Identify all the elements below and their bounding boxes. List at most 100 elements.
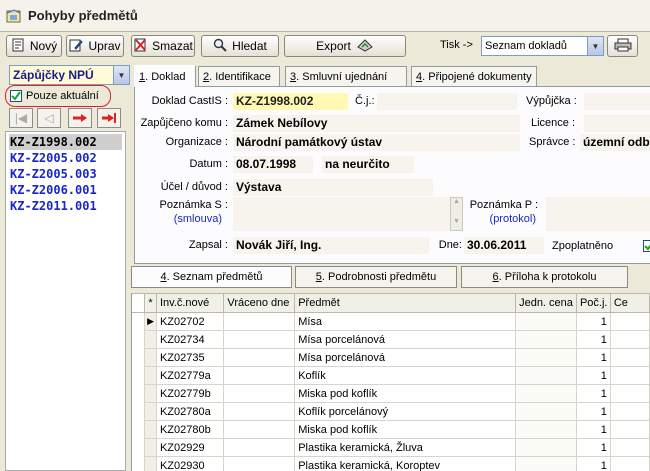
table-row[interactable]: KZ02779a Koflík 1 bbox=[132, 366, 650, 385]
price-cell[interactable] bbox=[609, 384, 650, 403]
unit-price-cell[interactable] bbox=[515, 456, 577, 471]
item-name-cell[interactable]: Miska pod koflík bbox=[294, 384, 517, 403]
row-selector[interactable] bbox=[144, 348, 157, 367]
print-report-select[interactable]: Seznam dokladů ▼ bbox=[481, 36, 604, 56]
table-row[interactable]: ▶ KZ02702 Mísa 1 bbox=[132, 312, 650, 331]
tab-seznam-predmetu[interactable]: 4. Seznam předmětů bbox=[131, 266, 292, 288]
count-cell[interactable]: 1 bbox=[575, 438, 611, 457]
inv-number-cell[interactable]: KZ02735 bbox=[155, 348, 225, 367]
tab-identifikace[interactable]: 2. Identifikace bbox=[198, 66, 280, 86]
price-cell[interactable] bbox=[609, 438, 650, 457]
record-item[interactable]: KZ-Z2005.002 bbox=[9, 150, 97, 166]
item-name-cell[interactable]: Mísa bbox=[294, 312, 517, 331]
scroll-down-icon[interactable]: ▼ bbox=[451, 218, 462, 225]
item-name-cell[interactable]: Mísa porcelánová bbox=[294, 330, 517, 349]
doc-value[interactable]: KZ-Z1998.002 bbox=[233, 93, 348, 110]
price-cell[interactable] bbox=[609, 402, 650, 421]
returned-date-cell[interactable] bbox=[223, 456, 296, 471]
unit-price-cell[interactable] bbox=[515, 420, 577, 439]
tab-priloha-k-protokolu[interactable]: 6. Příloha k protokolu bbox=[461, 266, 628, 288]
record-type-select[interactable]: Zápůjčky NPÚ ▼ bbox=[9, 65, 130, 85]
inv-number-cell[interactable]: KZ02780a bbox=[155, 402, 225, 421]
unit-price-cell[interactable] bbox=[515, 312, 577, 331]
count-cell[interactable]: 1 bbox=[575, 456, 611, 471]
first-record-button[interactable]: |◀ bbox=[9, 108, 33, 128]
count-cell[interactable]: 1 bbox=[575, 384, 611, 403]
tab-pripojene-dokumenty[interactable]: 4. Připojené dokumenty bbox=[411, 66, 537, 86]
unit-price-cell[interactable] bbox=[515, 384, 577, 403]
tab-doklad[interactable]: 1. Doklad bbox=[134, 65, 196, 87]
organizace-value[interactable]: Národní památkový ústav bbox=[233, 134, 520, 151]
inv-number-cell[interactable]: KZ02780b bbox=[155, 420, 225, 439]
cj-value[interactable] bbox=[377, 93, 517, 110]
count-cell[interactable]: 1 bbox=[575, 330, 611, 349]
zapujceno-value[interactable]: Zámek Nebílovy bbox=[233, 115, 520, 132]
table-row[interactable]: KZ02780b Miska pod koflík 1 bbox=[132, 420, 650, 439]
spravce-value[interactable]: územní odbo bbox=[580, 134, 650, 151]
item-name-cell[interactable]: Plastika keramická, Žluva bbox=[294, 438, 517, 457]
poznamka-s-field[interactable] bbox=[233, 197, 451, 231]
table-row[interactable]: KZ02779b Miska pod koflík 1 bbox=[132, 384, 650, 403]
neurcito-value[interactable]: na neurčito bbox=[322, 156, 414, 173]
new-button[interactable]: Nový bbox=[6, 35, 62, 57]
current-row-indicator-icon[interactable]: ▶ bbox=[144, 312, 157, 331]
item-name-cell[interactable]: Miska pod koflík bbox=[294, 420, 517, 439]
row-selector[interactable] bbox=[144, 420, 157, 439]
record-item[interactable]: KZ-Z2005.003 bbox=[9, 166, 97, 182]
row-selector[interactable] bbox=[144, 456, 157, 471]
licence-value[interactable] bbox=[584, 115, 650, 132]
price-cell[interactable] bbox=[609, 312, 650, 331]
returned-date-cell[interactable] bbox=[223, 420, 296, 439]
unit-price-cell[interactable] bbox=[515, 348, 577, 367]
column-header[interactable]: Ce bbox=[609, 293, 650, 313]
chevron-down-icon[interactable]: ▼ bbox=[587, 37, 603, 55]
tab-podrobnosti-predmetu[interactable]: 5. Podrobnosti předmětu bbox=[295, 266, 457, 288]
poznamka-p-field[interactable] bbox=[546, 197, 650, 231]
count-cell[interactable]: 1 bbox=[575, 312, 611, 331]
vypujcka-value[interactable] bbox=[584, 93, 650, 110]
price-cell[interactable] bbox=[609, 456, 650, 471]
column-header[interactable]: Poč.j. bbox=[575, 293, 611, 313]
item-name-cell[interactable]: Koflík bbox=[294, 366, 517, 385]
record-item[interactable]: KZ-Z1998.002 bbox=[9, 134, 122, 150]
table-row[interactable]: KZ02930 Plastika keramická, Koroptev 1 bbox=[132, 456, 650, 471]
item-name-cell[interactable]: Plastika keramická, Koroptev bbox=[294, 456, 517, 471]
delete-button[interactable]: Smazat bbox=[131, 35, 195, 57]
print-button[interactable] bbox=[607, 35, 638, 57]
returned-date-cell[interactable] bbox=[223, 366, 296, 385]
inv-number-cell[interactable]: KZ02779a bbox=[155, 366, 225, 385]
column-header[interactable]: Vráceno dne bbox=[223, 293, 296, 313]
next-record-button[interactable] bbox=[68, 108, 92, 128]
search-button[interactable]: Hledat bbox=[201, 35, 279, 57]
row-selector[interactable] bbox=[144, 384, 157, 403]
column-header[interactable]: Jedn. cena bbox=[515, 293, 577, 313]
count-cell[interactable]: 1 bbox=[575, 402, 611, 421]
row-selector[interactable] bbox=[144, 438, 157, 457]
record-item[interactable]: KZ-Z2011.001 bbox=[9, 198, 97, 214]
price-cell[interactable] bbox=[609, 330, 650, 349]
record-item[interactable]: KZ-Z2006.001 bbox=[9, 182, 97, 198]
column-header[interactable]: * bbox=[144, 293, 157, 313]
table-row[interactable]: KZ02929 Plastika keramická, Žluva 1 bbox=[132, 438, 650, 457]
returned-date-cell[interactable] bbox=[223, 312, 296, 331]
item-name-cell[interactable]: Koflík porcelánový bbox=[294, 402, 517, 421]
table-row[interactable]: KZ02735 Mísa porcelánová 1 bbox=[132, 348, 650, 367]
inv-number-cell[interactable]: KZ02779b bbox=[155, 384, 225, 403]
returned-date-cell[interactable] bbox=[223, 348, 296, 367]
item-name-cell[interactable]: Mísa porcelánová bbox=[294, 348, 517, 367]
unit-price-cell[interactable] bbox=[515, 402, 577, 421]
returned-date-cell[interactable] bbox=[223, 402, 296, 421]
inv-number-cell[interactable]: KZ02929 bbox=[155, 438, 225, 457]
inv-number-cell[interactable]: KZ02702 bbox=[155, 312, 225, 331]
unit-price-cell[interactable] bbox=[515, 366, 577, 385]
ucel-value[interactable]: Výstava bbox=[233, 179, 433, 196]
datum-value[interactable]: 08.07.1998 bbox=[233, 156, 313, 173]
export-button[interactable]: Export bbox=[284, 35, 406, 57]
column-header[interactable]: Inv.č.nové bbox=[155, 293, 225, 313]
returned-date-cell[interactable] bbox=[223, 384, 296, 403]
row-selector[interactable] bbox=[144, 366, 157, 385]
row-selector[interactable] bbox=[144, 330, 157, 349]
row-selector[interactable] bbox=[144, 402, 157, 421]
poznamka-s-scrollbar[interactable]: ▲ ▼ bbox=[450, 197, 463, 231]
price-cell[interactable] bbox=[609, 420, 650, 439]
